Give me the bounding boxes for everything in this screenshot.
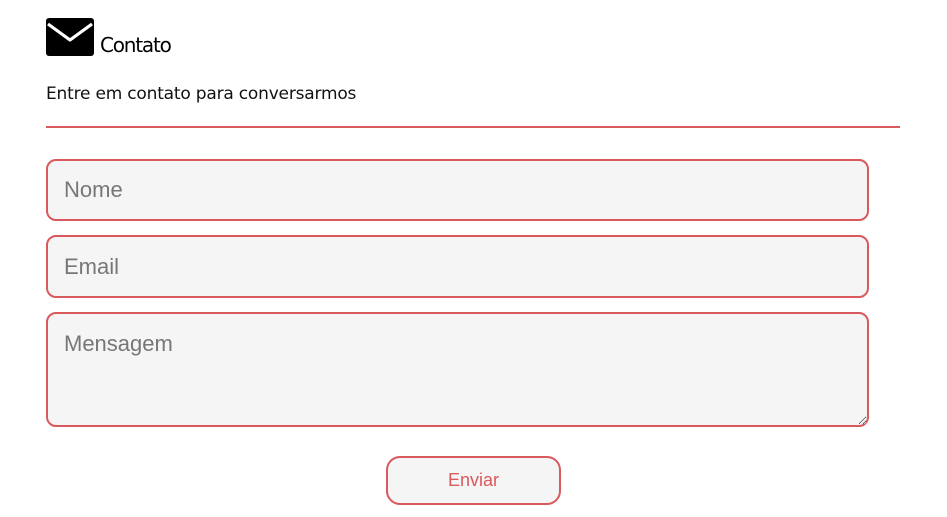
contact-header: Contato <box>46 18 172 57</box>
name-field[interactable] <box>46 159 869 221</box>
send-button[interactable]: Enviar <box>386 456 561 505</box>
email-field[interactable] <box>46 235 869 298</box>
mail-icon <box>46 18 94 56</box>
page-subtitle: Entre em contato para conversarmos <box>46 84 357 104</box>
message-field[interactable] <box>46 312 869 427</box>
divider <box>46 126 900 128</box>
page-title: Contato <box>100 33 172 57</box>
contact-page: Contato Entre em contato para conversarm… <box>0 0 947 517</box>
